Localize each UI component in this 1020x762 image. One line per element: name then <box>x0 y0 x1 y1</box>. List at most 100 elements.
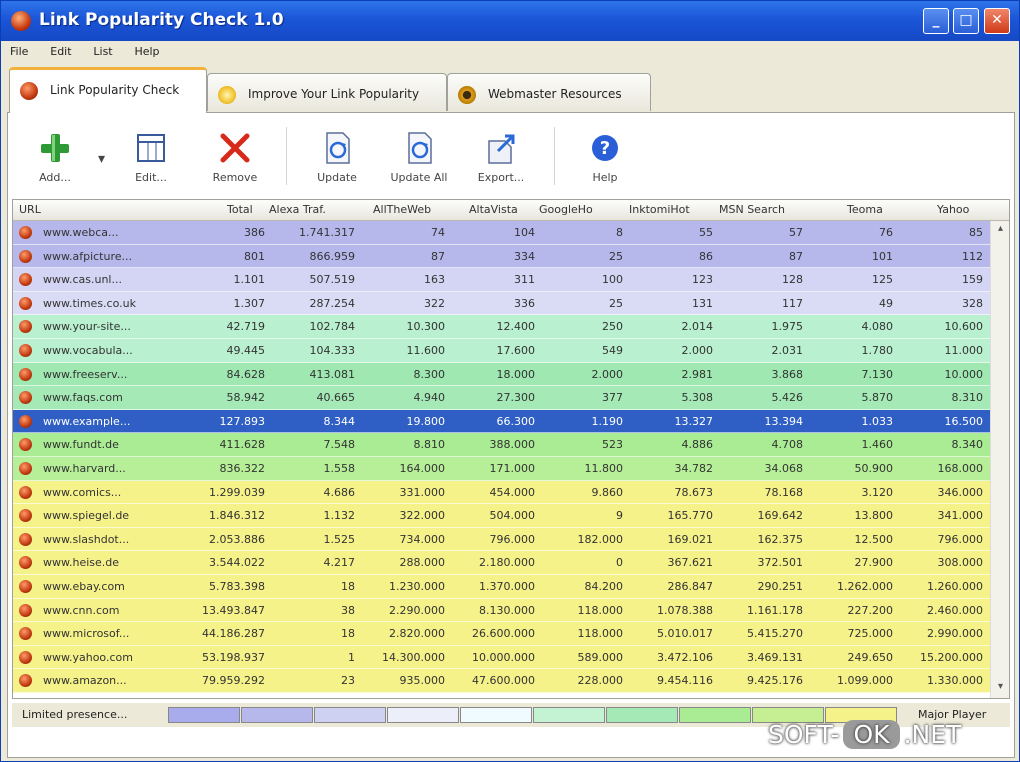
legend-swatch <box>606 707 678 723</box>
update-all-button[interactable]: Update All <box>384 131 454 195</box>
cell-value: 11.800 <box>584 461 624 475</box>
table-row[interactable]: www.spiegel.de 1.846.312 1.132 322.000 504.0… <box>13 504 990 528</box>
scroll-up-icon[interactable]: ▴ <box>994 223 1007 237</box>
add-button[interactable]: Add... <box>20 131 90 195</box>
cell-value: 331.000 <box>399 485 446 499</box>
cell-value: 19.800 <box>406 414 446 428</box>
tab-link-popularity-check[interactable]: Link Popularity Check <box>9 67 207 113</box>
table-row[interactable]: www.amazon... 79.959.292 23 935.000 47.600.0… <box>13 669 990 693</box>
legend-swatch <box>460 707 532 723</box>
cell-value: 57 <box>789 226 803 239</box>
remove-label: Remove <box>212 171 258 184</box>
table-row[interactable]: www.freeserv... 84.628 413.081 8.300 18.000 2… <box>13 362 990 387</box>
maximize-button[interactable]: □ <box>953 8 979 34</box>
table-row[interactable]: www.cnn.com 13.493.847 38 2.290.000 8.130.00… <box>13 598 990 623</box>
update-button[interactable]: Update <box>302 131 372 195</box>
export-button[interactable]: Export... <box>466 131 536 195</box>
cell-value: 4.080 <box>861 320 894 334</box>
table-row[interactable]: www.your-site... 42.719 102.784 10.300 12.40… <box>13 315 990 339</box>
cell-value: 1.260.000 <box>927 579 983 593</box>
close-button[interactable]: ✕ <box>984 8 1010 34</box>
update-all-label: Update All <box>390 171 448 184</box>
cell-url: www.fundt.de <box>43 438 119 452</box>
scroll-down-icon[interactable]: ▾ <box>994 681 1007 695</box>
cell-value: 4.708 <box>771 438 804 452</box>
cell-value: 13.493.847 <box>202 603 265 617</box>
col-alexa[interactable]: Alexa Traf. <box>269 203 326 216</box>
cell-url: www.microsof... <box>43 627 130 641</box>
col-url[interactable]: URL <box>19 203 41 216</box>
table-row[interactable]: www.cas.unl... 1.101 507.519 163 311 100 123 12… <box>13 268 990 292</box>
cell-value: 104 <box>514 226 535 239</box>
cell-value: 796.000 <box>489 532 536 546</box>
menu-list[interactable]: List <box>84 41 121 58</box>
app-icon[interactable] <box>11 11 31 31</box>
status-ball-icon <box>19 438 32 452</box>
cell-value: 85 <box>969 226 983 239</box>
watermark-left: SOFT- <box>768 720 840 749</box>
menu-edit[interactable]: Edit <box>41 41 80 58</box>
cell-value: 125 <box>872 273 893 287</box>
table-row[interactable]: www.microsof... 44.186.287 18 2.820.000 26.6… <box>13 622 990 646</box>
col-msn-search[interactable]: MSN Search <box>719 203 785 216</box>
vertical-scrollbar[interactable]: ▴ ▾ <box>990 221 1009 698</box>
red-ball-icon <box>20 82 38 100</box>
table-row[interactable]: www.ebay.com 5.783.398 18 1.230.000 1.370.00… <box>13 574 990 599</box>
cell-value: 1.370.000 <box>479 579 535 593</box>
results-table[interactable]: URL Total Alexa Traf. AllTheWeb AltaVist… <box>12 199 1010 699</box>
cell-value: 162.375 <box>757 532 804 546</box>
status-ball-icon <box>19 556 32 570</box>
table-row[interactable]: www.yahoo.com 53.198.937 1 14.300.000 10.000… <box>13 645 990 670</box>
cell-url: www.ebay.com <box>43 579 125 593</box>
table-row[interactable]: www.vocabula... 49.445 104.333 11.600 17.600… <box>13 338 990 363</box>
cell-url: www.yahoo.com <box>43 650 133 664</box>
table-row[interactable]: www.example... 127.893 8.344 19.800 66.300 1.… <box>13 409 990 434</box>
col-total[interactable]: Total <box>227 203 253 216</box>
cell-value: 288.000 <box>399 556 446 570</box>
table-row[interactable]: www.faqs.com 58.942 40.665 4.940 27.300 377 5.… <box>13 386 990 410</box>
cell-value: 801 <box>244 249 265 263</box>
col-inktomihot[interactable]: InktomiHot <box>629 203 690 216</box>
table-row[interactable]: www.afpicture... 801 866.959 87 334 25 86 87 101… <box>13 244 990 269</box>
tab-webmaster-resources[interactable]: Webmaster Resources <box>447 73 651 111</box>
cell-value: 8 <box>616 226 623 239</box>
col-yahoo[interactable]: Yahoo <box>937 203 969 216</box>
cell-value: 372.501 <box>757 556 804 570</box>
cell-value: 9.454.116 <box>657 674 713 688</box>
col-googleho[interactable]: GoogleHo <box>539 203 593 216</box>
cell-value: 18 <box>341 627 355 641</box>
cell-value: 4.217 <box>323 556 356 570</box>
col-teoma[interactable]: Teoma <box>847 203 883 216</box>
cell-value: 2.981 <box>681 367 714 381</box>
minimize-button[interactable]: _ <box>923 8 949 34</box>
cell-value: 104.333 <box>309 343 356 357</box>
add-dropdown-icon[interactable]: ▾ <box>98 151 105 167</box>
col-alltheweb[interactable]: AllTheWeb <box>373 203 431 216</box>
table-row[interactable]: www.slashdot... 2.053.886 1.525 734.000 796.… <box>13 527 990 552</box>
cell-url: www.comics... <box>43 485 122 499</box>
title-bar[interactable]: Link Popularity Check 1.0 _ □ ✕ <box>1 1 1019 41</box>
table-row[interactable]: www.harvard... 836.322 1.558 164.000 171.000… <box>13 456 990 481</box>
menu-file[interactable]: File <box>1 41 37 58</box>
cell-value: 118.000 <box>577 627 624 641</box>
status-ball-icon <box>19 226 32 239</box>
help-button[interactable]: ? Help <box>570 131 640 195</box>
col-altavista[interactable]: AltaVista <box>469 203 518 216</box>
help-icon: ? <box>588 131 622 165</box>
cell-value: 165.770 <box>667 509 714 523</box>
cell-value: 128 <box>782 273 803 287</box>
menu-help[interactable]: Help <box>125 41 168 58</box>
cell-value: 341.000 <box>937 509 984 523</box>
status-ball-icon <box>19 650 32 664</box>
cell-value: 866.959 <box>309 249 356 263</box>
tab-label: Improve Your Link Popularity <box>248 87 420 101</box>
table-row[interactable]: www.fundt.de 411.628 7.548 8.810 388.000 523 4… <box>13 433 990 457</box>
remove-button[interactable]: Remove <box>200 131 270 195</box>
table-row[interactable]: www.heise.de 3.544.022 4.217 288.000 2.180.0… <box>13 551 990 575</box>
table-row[interactable]: www.comics... 1.299.039 4.686 331.000 454.00… <box>13 480 990 505</box>
tab-improve-link-popularity[interactable]: Improve Your Link Popularity <box>207 73 447 111</box>
cell-value: 2.290.000 <box>389 603 445 617</box>
table-row[interactable]: www.times.co.uk 1.307 287.254 322 336 25 131 11… <box>13 291 990 316</box>
edit-button[interactable]: Edit... <box>116 131 186 195</box>
table-row[interactable]: www.webca... 386 1.741.317 74 104 8 55 57 76 85 <box>13 221 990 245</box>
